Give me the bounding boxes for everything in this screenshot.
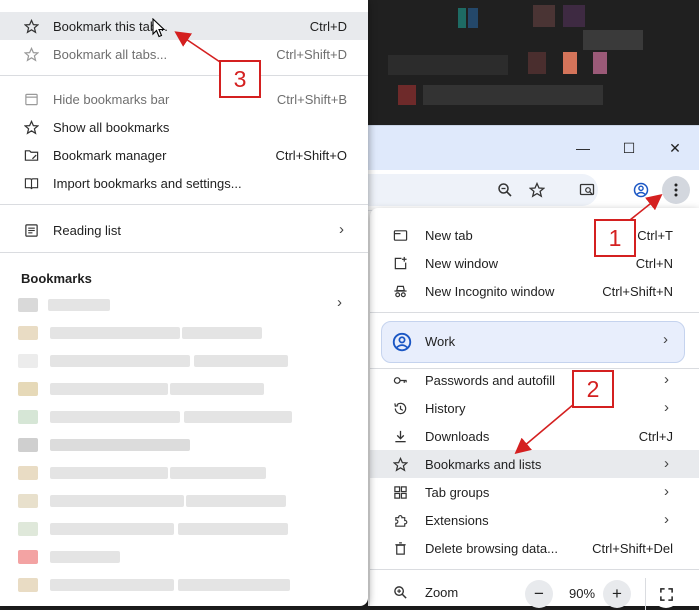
annotation-step-3: 3 xyxy=(219,60,261,98)
annotation-step-2: 2 xyxy=(572,370,614,408)
annotation-step-1: 1 xyxy=(594,219,636,257)
annotation-arrows xyxy=(174,31,663,455)
